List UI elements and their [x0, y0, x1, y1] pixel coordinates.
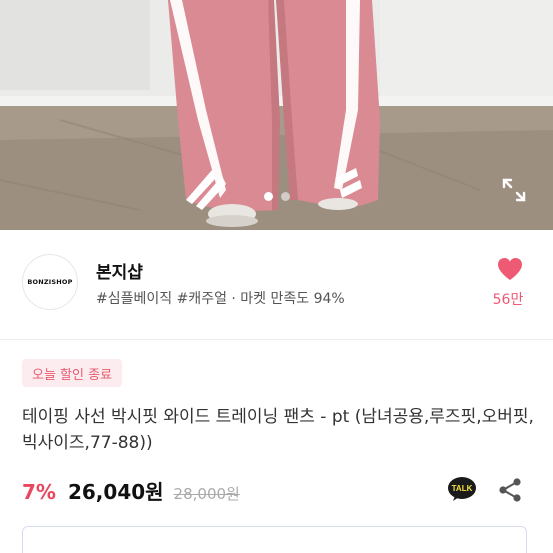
- expand-icon[interactable]: [500, 176, 528, 204]
- product-photo[interactable]: [0, 0, 553, 230]
- heart-icon[interactable]: [496, 256, 524, 282]
- shop-name[interactable]: 본지샵: [96, 258, 143, 283]
- sale-ending-badge: 오늘 할인 종료: [22, 359, 123, 387]
- price-row: 7% 26,040원 28,000원: [22, 476, 240, 506]
- gallery-dot[interactable]: [280, 192, 290, 201]
- talk-label: TALK: [452, 484, 473, 493]
- shop-logo-text: BONZISHOP: [27, 278, 73, 286]
- shop-tags: #심플베이직 #캐주얼 · 마켓 만족도 94%: [96, 291, 345, 307]
- sale-ending-label: 오늘 할인 종료: [32, 367, 113, 383]
- kakao-talk-icon[interactable]: TALK: [447, 476, 477, 502]
- share-icon[interactable]: [497, 477, 523, 503]
- shop-logo[interactable]: BONZISHOP: [22, 254, 78, 310]
- original-price: 28,000원: [173, 485, 240, 503]
- like-count: 56만: [492, 292, 524, 308]
- gallery-dot-active[interactable]: [263, 192, 273, 201]
- sale-price: 26,040원: [67, 480, 164, 504]
- shop-info[interactable]: BONZISHOP 본지샵 #심플베이직 #캐주얼 · 마켓 만족도 94%: [0, 230, 553, 340]
- product-title: 테이핑 사선 박시핏 와이드 트레이닝 팬츠 - pt (남녀공용,루즈핏,오버…: [22, 407, 534, 453]
- discount-rate: 7%: [22, 480, 56, 504]
- coupon-card[interactable]: [22, 526, 527, 553]
- gallery-pagination: [0, 192, 553, 201]
